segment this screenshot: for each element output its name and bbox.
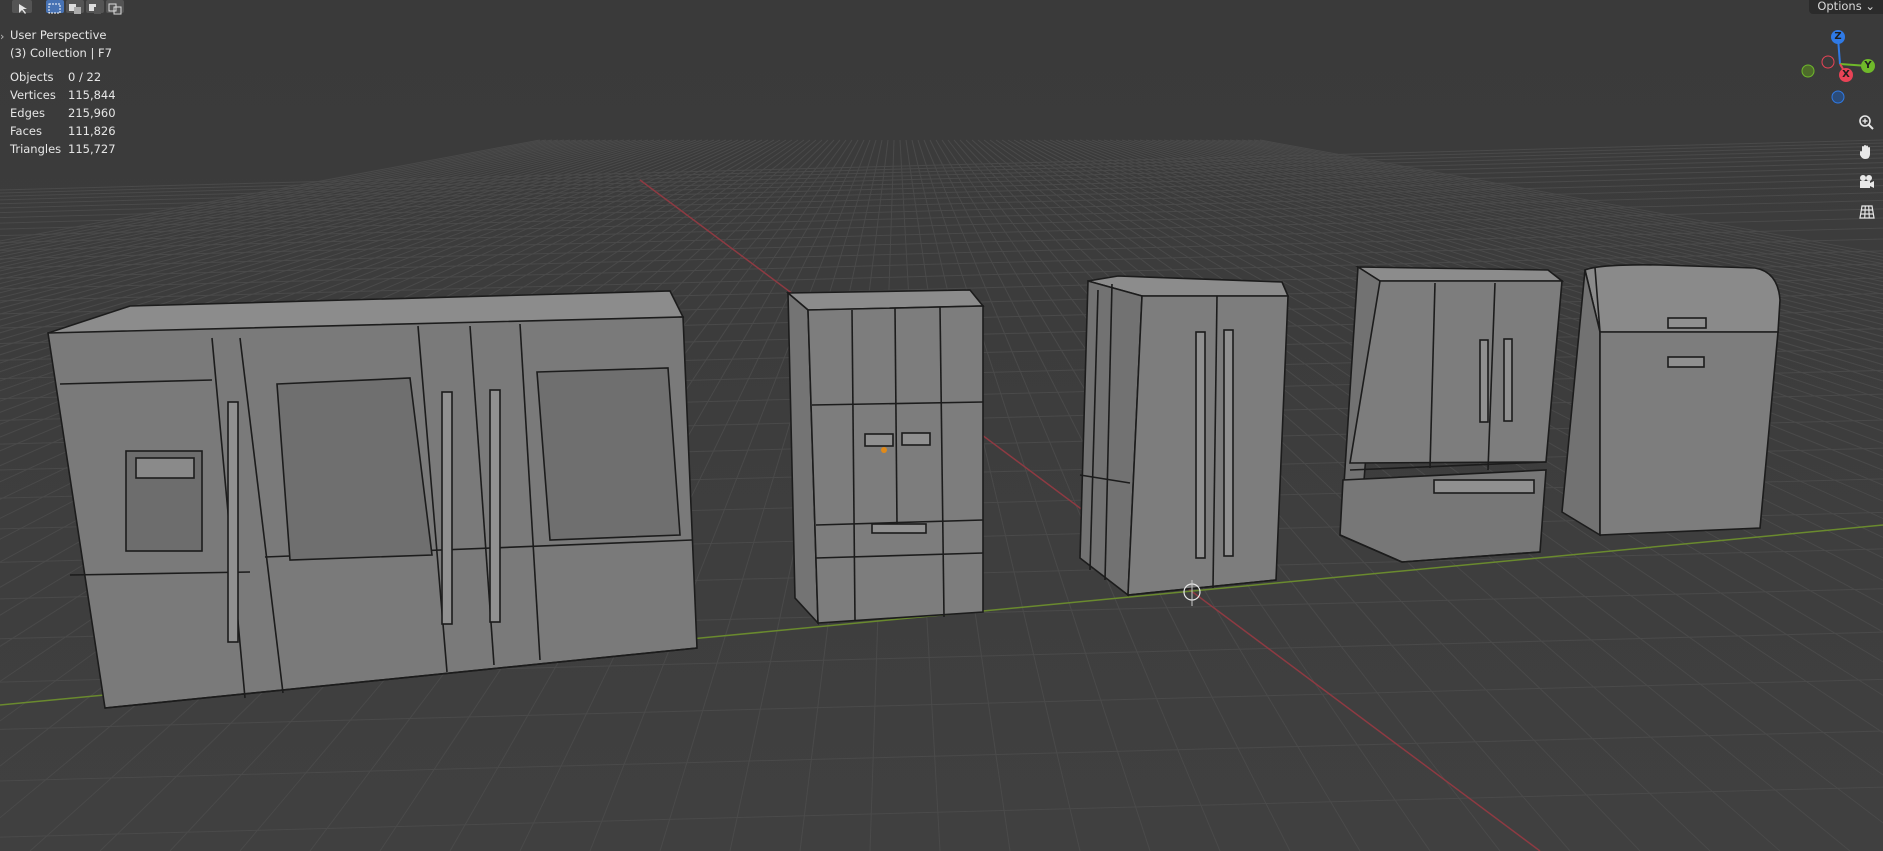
stat-label: Edges xyxy=(10,106,45,120)
grid-ortho-icon[interactable] xyxy=(1853,199,1879,225)
stat-value: 115,844 xyxy=(68,88,116,102)
gizmo-x-axis[interactable]: X xyxy=(1839,68,1853,82)
select-tool-icon xyxy=(19,4,27,14)
select-tool-button[interactable] xyxy=(12,0,32,14)
sidebar-toggle-icon[interactable]: › xyxy=(0,30,4,43)
stats-list: Objects 0 / 22 Vertices 115,844 Edges 215,960… xyxy=(10,68,116,158)
fridge-model-3[interactable] xyxy=(1079,275,1290,606)
fridge-model-2[interactable] xyxy=(785,289,985,626)
stat-label: Objects xyxy=(10,70,54,84)
fridge-model-5[interactable] xyxy=(1561,264,1781,537)
options-button[interactable]: Options ⌄ xyxy=(1809,0,1883,14)
hand-pan-icon[interactable] xyxy=(1853,139,1879,165)
stat-row: Vertices 115,844 xyxy=(10,86,116,104)
fridge-model-4[interactable] xyxy=(1339,265,1565,563)
zoom-icon[interactable] xyxy=(1853,109,1879,135)
mode-subtract-button[interactable] xyxy=(86,0,104,14)
stat-label: Vertices xyxy=(10,88,56,102)
collection-label: (3) Collection | F7 xyxy=(10,46,112,60)
mode-intersect-button[interactable] xyxy=(106,0,124,15)
stat-label: Triangles xyxy=(10,142,62,156)
stat-row: Triangles 115,727 xyxy=(10,140,116,158)
view-perspective-label: User Perspective xyxy=(10,28,107,42)
viewport-stats-overlay: User Perspective (3) Collection | F7 Obj… xyxy=(10,26,116,158)
viewport-scene[interactable] xyxy=(0,0,1883,851)
gizmo-neg-x[interactable] xyxy=(1821,55,1835,69)
mode-intersect-icon xyxy=(108,3,122,15)
fridge-model-1[interactable] xyxy=(47,290,698,709)
stat-value: 0 / 22 xyxy=(68,70,102,84)
stat-value: 115,727 xyxy=(68,142,116,156)
mode-subtract-icon xyxy=(89,4,101,14)
chevron-down-icon: ⌄ xyxy=(1865,0,1875,13)
stat-row: Edges 215,960 xyxy=(10,104,116,122)
select-box-button[interactable] xyxy=(46,0,64,14)
mode-extend-button[interactable] xyxy=(66,0,84,14)
stat-row: Objects 0 / 22 xyxy=(10,68,116,86)
3d-viewport[interactable]: › User Perspective (3) Collection | F7 O… xyxy=(0,0,1883,851)
stat-value: 111,826 xyxy=(68,124,116,138)
mode-extend-icon xyxy=(69,4,81,14)
gizmo-neg-y[interactable] xyxy=(1801,64,1815,78)
navigation-gizmo[interactable]: Z Y X xyxy=(1798,28,1878,108)
options-label: Options xyxy=(1817,0,1862,13)
gizmo-neg-z[interactable] xyxy=(1831,90,1845,104)
stat-value: 215,960 xyxy=(68,106,116,120)
stat-row: Faces 111,826 xyxy=(10,122,116,140)
camera-icon[interactable] xyxy=(1853,169,1879,195)
gizmo-z-axis[interactable]: Z xyxy=(1831,30,1845,44)
stat-label: Faces xyxy=(10,124,42,138)
select-box-icon xyxy=(48,3,61,14)
gizmo-y-axis[interactable]: Y xyxy=(1861,59,1875,73)
